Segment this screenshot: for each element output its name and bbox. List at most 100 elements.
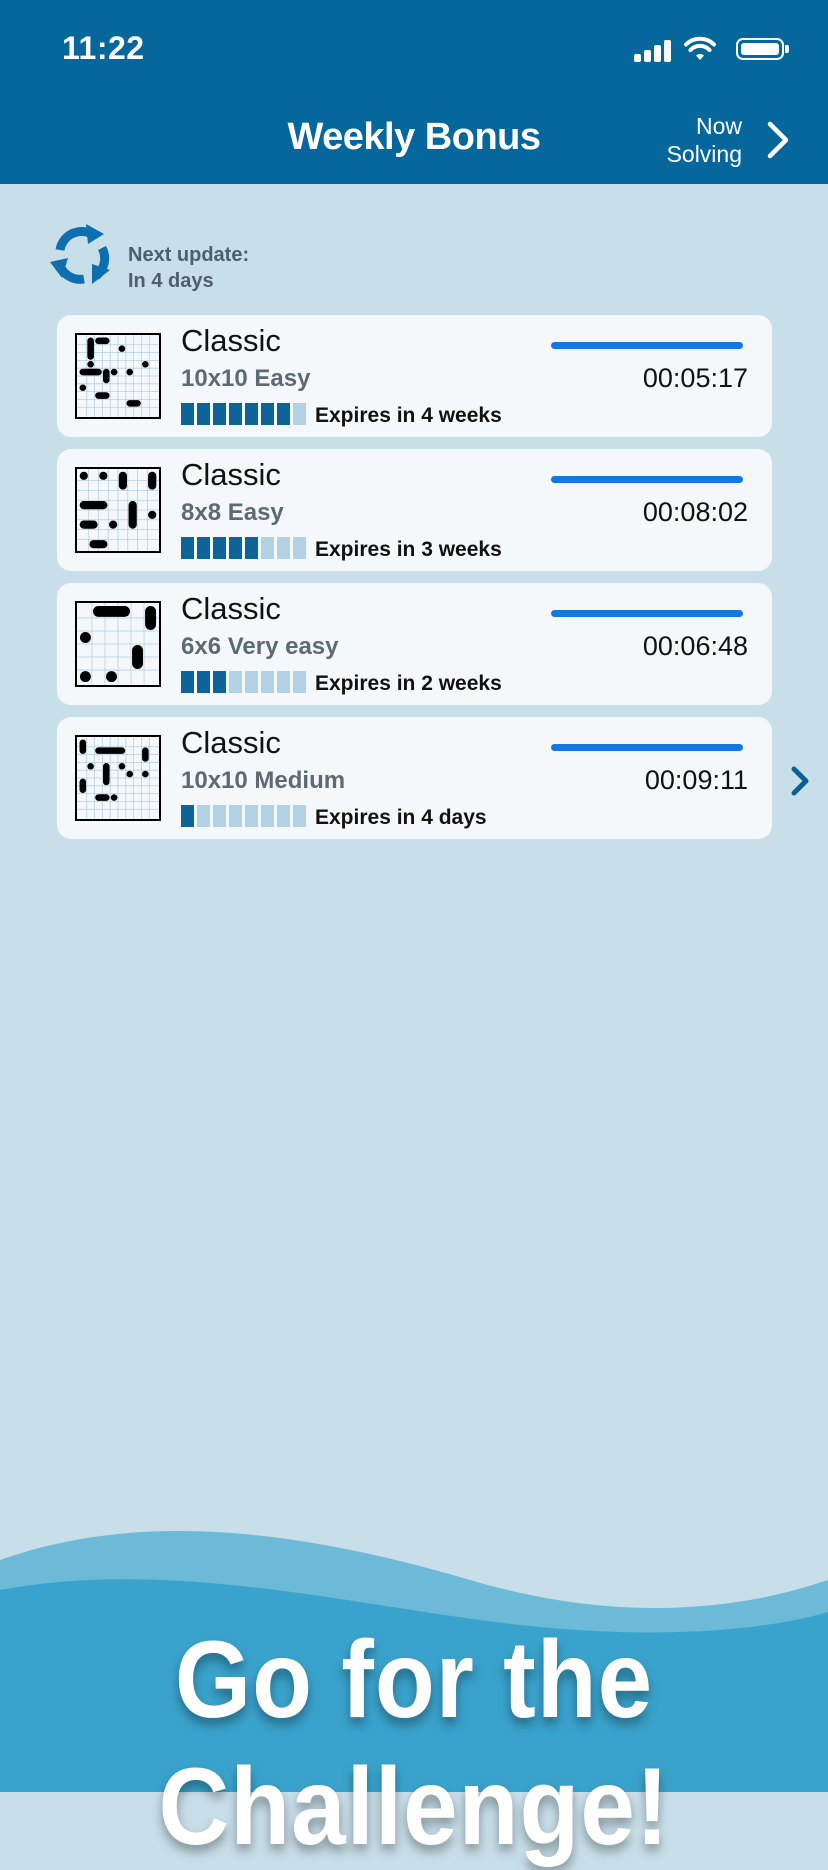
battery-tip	[785, 45, 789, 53]
ship-piece	[148, 471, 157, 490]
expiry-segment	[277, 537, 290, 559]
puzzle-subtitle: 6x6 Very easy	[181, 633, 339, 660]
ship-piece	[132, 645, 144, 670]
puzzle-thumbnail	[75, 467, 161, 553]
puzzle-card[interactable]: Classic 10x10 Easy Expires in 4 weeks 00…	[57, 315, 772, 437]
ship-piece	[95, 392, 110, 399]
ship-piece	[79, 384, 87, 392]
ship-piece	[79, 368, 102, 376]
expiry-segment	[245, 671, 258, 693]
refresh-icon	[50, 224, 110, 284]
ship-piece	[128, 501, 137, 529]
expiry-segment	[245, 403, 258, 425]
now-solving-button[interactable]: Now Solving	[667, 112, 742, 168]
expiry-segment	[261, 805, 274, 827]
ship-piece	[148, 510, 157, 519]
ship-piece	[142, 770, 149, 778]
ship-piece	[126, 400, 141, 407]
timer: 00:09:11	[644, 765, 748, 795]
expiry-meter	[181, 403, 309, 425]
ship-piece	[110, 794, 118, 801]
ship-piece	[79, 520, 98, 529]
puzzle-title: Classic	[181, 457, 281, 492]
progress-bar	[551, 610, 743, 617]
expiry-segment	[197, 403, 210, 425]
ship-piece	[79, 632, 91, 643]
progress-bar	[551, 476, 743, 483]
chevron-right-icon[interactable]	[790, 766, 810, 796]
ship-piece	[92, 605, 130, 617]
ship-piece	[145, 605, 157, 630]
expiry-segment	[261, 537, 274, 559]
chevron-right-icon[interactable]	[766, 120, 790, 160]
expiry-segment	[181, 537, 194, 559]
expiry-meter	[181, 537, 309, 559]
timer: 00:08:02	[642, 497, 748, 527]
puzzle-title: Classic	[181, 591, 281, 626]
expiry-segment	[197, 805, 210, 827]
ship-piece	[142, 747, 149, 762]
ship-piece	[106, 671, 117, 683]
now-solving-line1: Now	[695, 113, 742, 139]
ship-piece	[79, 471, 88, 480]
ship-piece	[110, 368, 118, 376]
puzzle-subtitle: 10x10 Easy	[181, 365, 311, 392]
puzzle-subtitle: 8x8 Easy	[181, 499, 284, 526]
ship-piece	[118, 345, 126, 352]
ship-piece	[87, 360, 94, 368]
puzzle-title: Classic	[181, 323, 281, 358]
expiry-meter	[181, 805, 309, 827]
timer: 00:06:48	[642, 631, 748, 661]
ship-piece	[126, 770, 134, 778]
expiry-segment	[213, 805, 226, 827]
puzzle-subtitle: 10x10 Medium	[181, 767, 346, 794]
expiry-segment	[293, 537, 306, 559]
expiry-segment	[229, 805, 242, 827]
expiry-segment	[261, 403, 274, 425]
puzzle-list: Classic 10x10 Easy Expires in 4 weeks 00…	[57, 315, 772, 851]
wifi-icon	[684, 36, 716, 60]
ship-piece	[102, 762, 110, 786]
next-update-text: Next update: In 4 days	[128, 242, 249, 294]
ship-piece	[79, 671, 91, 683]
puzzle-thumbnail	[75, 601, 161, 687]
expiry-meter	[181, 671, 309, 693]
header: 11:22 Weekly Bonus Now Solving	[0, 0, 828, 184]
status-time: 11:22	[62, 30, 145, 66]
progress-bar	[551, 744, 743, 751]
expiry-segment	[213, 537, 226, 559]
ship-piece	[99, 471, 108, 480]
expires-label: Expires in 3 weeks	[315, 538, 502, 561]
expiry-segment	[277, 403, 290, 425]
ship-piece	[109, 520, 118, 529]
ship-piece	[79, 778, 87, 794]
ship-piece	[79, 739, 87, 754]
expiry-segment	[245, 537, 258, 559]
ship-piece	[87, 337, 94, 360]
ship-piece	[126, 368, 134, 376]
ship-piece	[95, 337, 110, 345]
expiry-segment	[197, 671, 210, 693]
puzzle-title: Classic	[181, 725, 281, 760]
puzzle-thumbnail	[75, 333, 161, 419]
expiry-segment	[277, 805, 290, 827]
ship-piece	[89, 540, 108, 549]
expiry-segment	[181, 671, 194, 693]
puzzle-thumbnail	[75, 735, 161, 821]
expiry-segment	[229, 403, 242, 425]
next-update-line2: In 4 days	[128, 270, 214, 292]
expiry-segment	[229, 537, 242, 559]
ship-piece	[142, 360, 149, 368]
expiry-segment	[293, 403, 306, 425]
expiry-segment	[213, 671, 226, 693]
puzzle-card[interactable]: Classic 8x8 Easy Expires in 3 weeks 00:0…	[57, 449, 772, 571]
ship-piece	[118, 471, 127, 490]
puzzle-card[interactable]: Classic 10x10 Medium Expires in 4 days 0…	[57, 717, 772, 839]
ship-piece	[87, 762, 94, 770]
status-icons	[628, 36, 789, 66]
ship-piece	[102, 368, 110, 384]
expiry-segment	[293, 805, 306, 827]
expires-label: Expires in 2 weeks	[315, 672, 502, 695]
ship-piece	[118, 762, 126, 770]
puzzle-card[interactable]: Classic 6x6 Very easy Expires in 2 weeks…	[57, 583, 772, 705]
